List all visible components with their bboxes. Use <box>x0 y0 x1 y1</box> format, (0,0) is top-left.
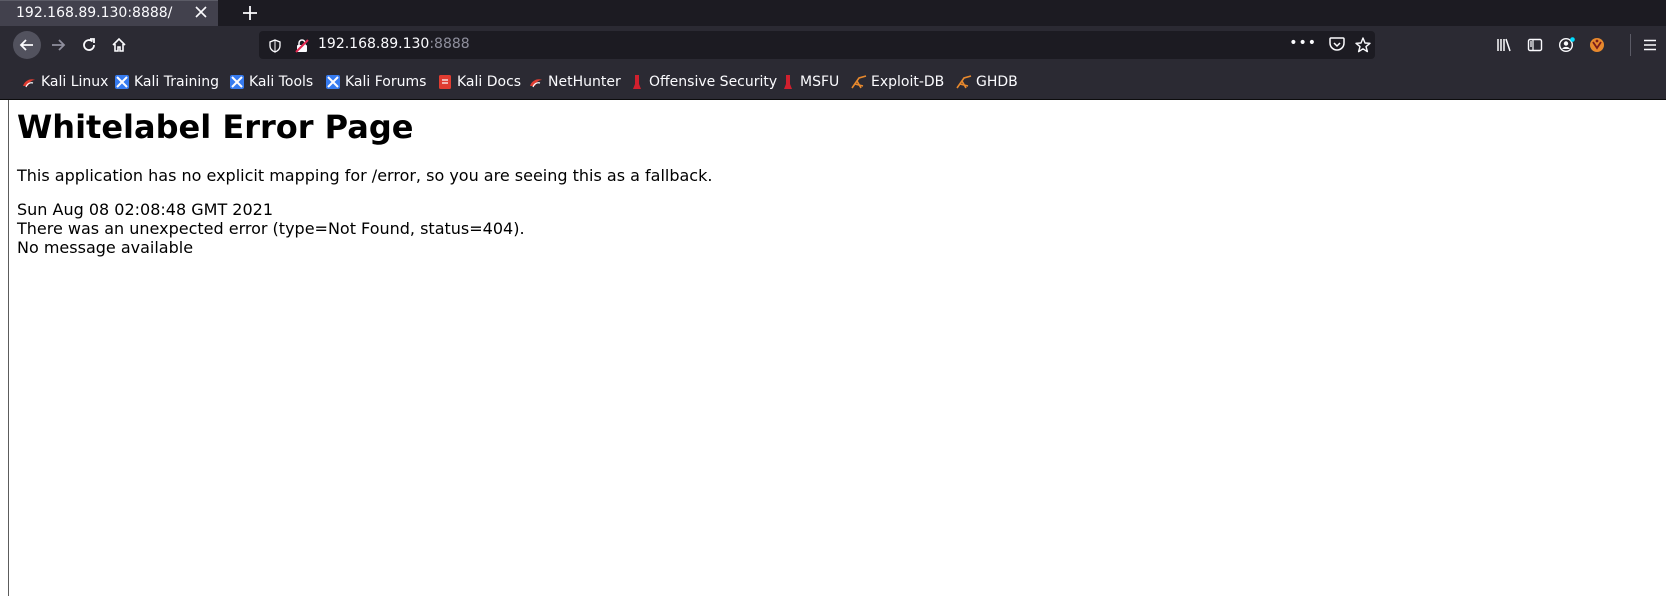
url-host: 192.168.89.130 <box>318 36 430 52</box>
page-actions-button[interactable]: ••• <box>1289 35 1317 51</box>
bookmark-label: Kali Forums <box>345 74 427 90</box>
reload-button[interactable] <box>75 31 103 59</box>
bookmark-msfu[interactable]: MSFU <box>780 73 839 91</box>
sidebar-icon[interactable] <box>1527 37 1543 57</box>
browser-window: 192.168.89.130:8888/ 192.168.89.130:8888… <box>0 0 1666 596</box>
error-details: Sun Aug 08 02:08:48 GMT 2021 There was a… <box>17 200 525 257</box>
bookmark-label: GHDB <box>976 74 1018 90</box>
extension-icon[interactable] <box>1589 37 1605 57</box>
url-input[interactable]: 192.168.89.130:8888 <box>318 36 470 52</box>
error-message: This application has no explicit mapping… <box>17 166 713 185</box>
msfu-icon <box>784 75 792 89</box>
page-content: Whitelabel Error Page This application h… <box>9 100 1666 596</box>
bookmark-kali-forums[interactable]: Kali Forums <box>325 73 426 91</box>
bookmark-star-icon[interactable] <box>1355 37 1371 57</box>
account-icon[interactable] <box>1558 37 1576 57</box>
toolbar-separator <box>1630 34 1631 56</box>
bookmark-ghdb[interactable]: GHDB <box>956 73 1018 91</box>
url-port: :8888 <box>429 36 470 52</box>
navigation-toolbar: 192.168.89.130:8888 ••• <box>0 26 1666 64</box>
error-type-status: There was an unexpected error (type=Not … <box>17 219 525 238</box>
bookmarks-toolbar: Kali Linux Kali Training Kali Tools Kali… <box>0 64 1666 100</box>
tab-title: 192.168.89.130:8888/ <box>16 5 173 21</box>
bookmark-label: Kali Linux <box>41 74 109 90</box>
plus-icon <box>243 6 257 20</box>
bookmark-label: Kali Tools <box>249 74 314 90</box>
kali-tools-icon <box>230 75 244 89</box>
kali-docs-icon <box>439 75 451 89</box>
bookmark-exploit-db[interactable]: Exploit-DB <box>851 73 944 91</box>
offsec-icon <box>633 75 641 89</box>
reload-icon <box>83 38 95 51</box>
exploit-db-icon <box>851 75 867 89</box>
bookmark-kali-linux[interactable]: Kali Linux <box>21 73 108 91</box>
close-icon[interactable] <box>192 4 210 22</box>
kali-forums-icon <box>326 75 340 89</box>
library-icon[interactable] <box>1496 37 1512 57</box>
back-button[interactable] <box>13 31 41 59</box>
nethunter-icon <box>530 79 542 88</box>
url-bar[interactable]: 192.168.89.130:8888 ••• <box>259 31 1375 59</box>
error-timestamp: Sun Aug 08 02:08:48 GMT 2021 <box>17 200 274 219</box>
bookmark-label: Offensive Security <box>649 74 778 90</box>
forward-button[interactable] <box>44 31 72 59</box>
window-left-edge <box>0 100 9 596</box>
kali-training-icon <box>115 75 129 89</box>
home-icon <box>112 37 126 52</box>
bookmark-label: MSFU <box>800 74 840 90</box>
tracking-shield-icon[interactable] <box>269 38 281 57</box>
menu-icon[interactable] <box>1643 37 1657 56</box>
bookmark-label: Kali Training <box>134 74 219 90</box>
home-button[interactable] <box>105 31 133 59</box>
pocket-icon[interactable] <box>1329 37 1345 56</box>
bookmark-label: Exploit-DB <box>871 74 945 90</box>
page-title: Whitelabel Error Page <box>17 108 414 146</box>
arrow-right-icon <box>52 39 66 51</box>
new-tab-button[interactable] <box>238 1 262 25</box>
error-detail: No message available <box>17 238 194 257</box>
insecure-lock-icon[interactable] <box>295 38 309 57</box>
bookmark-label: Kali Docs <box>457 74 522 90</box>
bookmark-offensive-security[interactable]: Offensive Security <box>629 73 777 91</box>
bookmark-label: NetHunter <box>548 74 621 90</box>
bookmark-kali-training[interactable]: Kali Training <box>114 73 219 91</box>
kali-dragon-icon <box>23 79 35 88</box>
arrow-left-icon <box>19 39 33 51</box>
ghdb-icon <box>956 75 972 89</box>
bookmark-nethunter[interactable]: NetHunter <box>528 73 621 91</box>
bookmark-kali-tools[interactable]: Kali Tools <box>229 73 313 91</box>
bookmark-kali-docs[interactable]: Kali Docs <box>437 73 521 91</box>
tab-strip: 192.168.89.130:8888/ <box>0 0 1666 26</box>
tab-active[interactable]: 192.168.89.130:8888/ <box>0 0 218 26</box>
